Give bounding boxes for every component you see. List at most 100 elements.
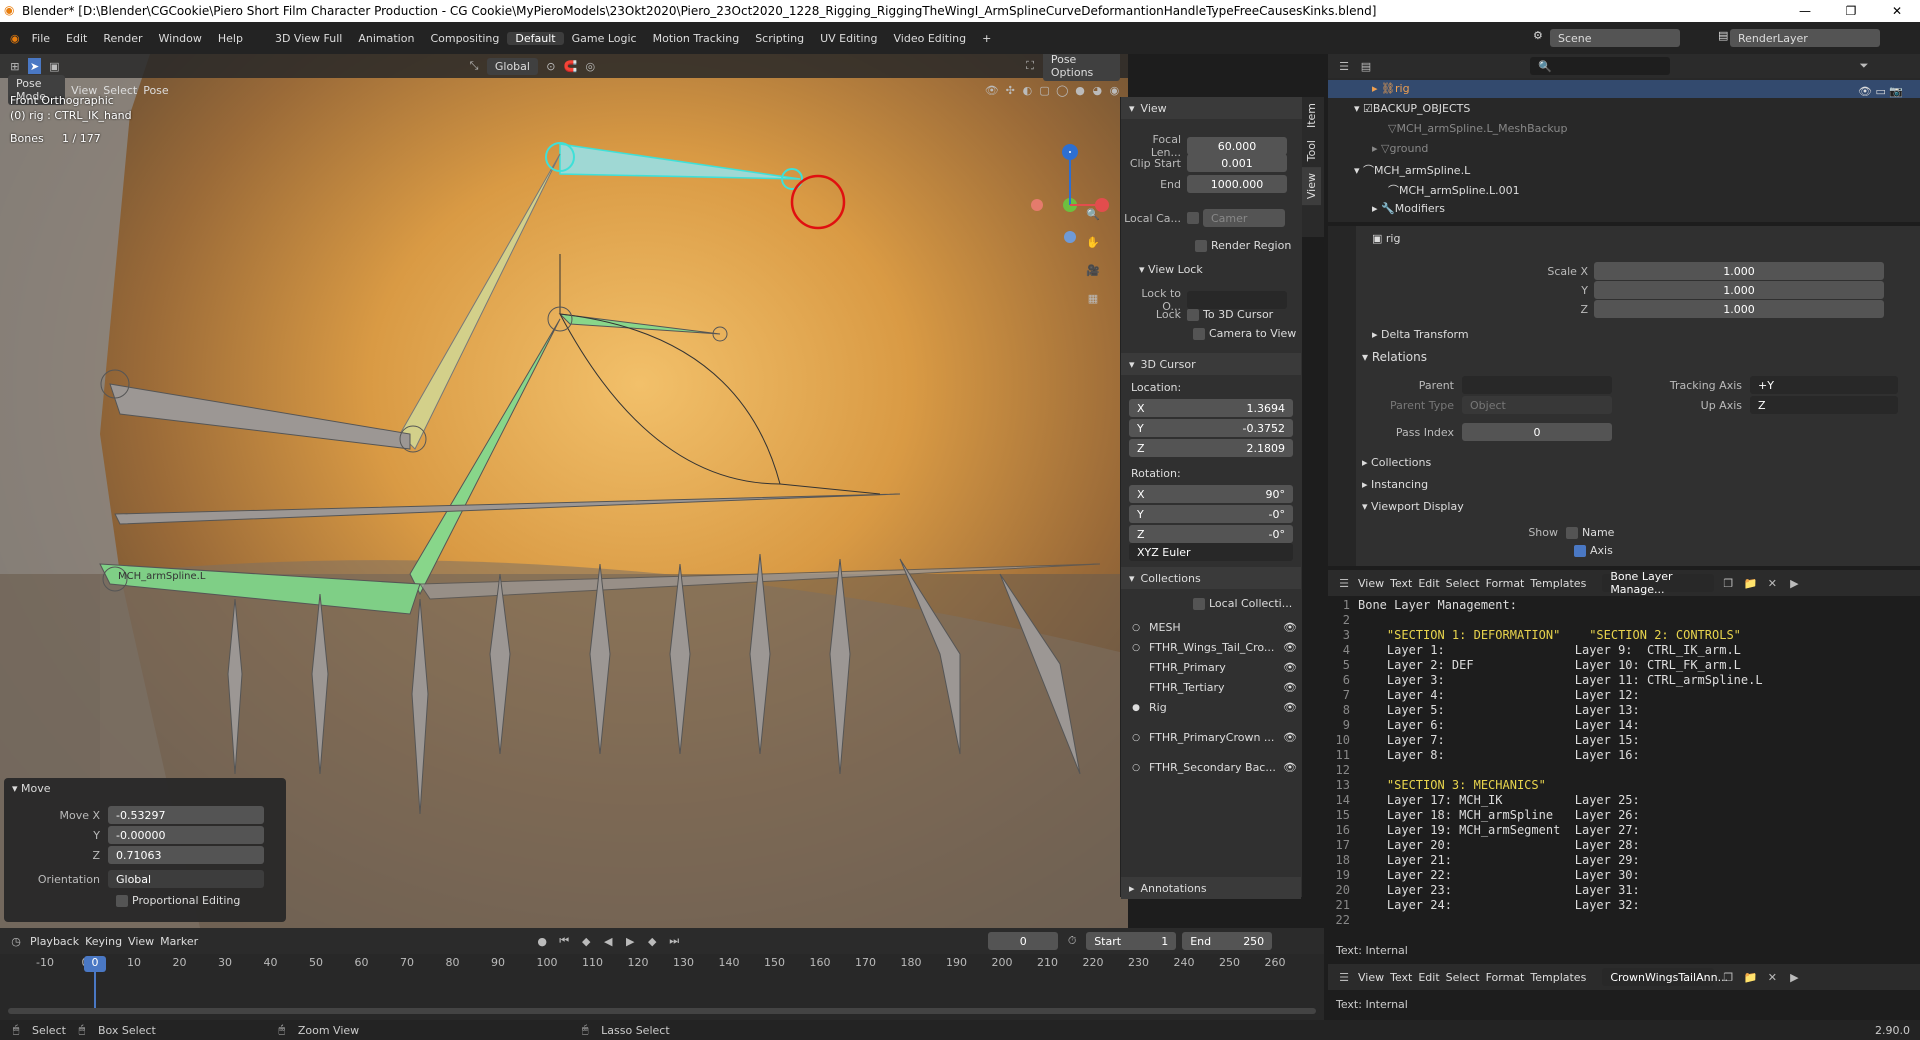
snap-icon[interactable]: 🧲	[564, 58, 578, 74]
timeline-menu-view[interactable]: View	[128, 935, 154, 948]
cursor-rotation-x-field[interactable]: X 90°	[1129, 485, 1293, 503]
start-frame-field[interactable]: 1	[1161, 935, 1168, 948]
outliner-item-modifiers[interactable]: ▸ 🔧 Modifiers	[1372, 202, 1445, 215]
show-axis-checkbox[interactable]	[1574, 544, 1586, 557]
minimize-icon[interactable]: —	[1782, 0, 1828, 22]
jump-end-icon[interactable]: ⏭	[666, 933, 682, 949]
workspace-tab-compositing[interactable]: Compositing	[422, 32, 507, 45]
text-editor-2-type-icon[interactable]: ☰	[1336, 969, 1352, 985]
timeline-menu-keying[interactable]: Keying	[85, 935, 122, 948]
scene-selector[interactable]: Scene	[1550, 29, 1680, 47]
material-shading-icon[interactable]: ◕	[1092, 82, 1103, 98]
tracking-axis-field[interactable]: +Y	[1750, 376, 1898, 394]
timeline-menu-playback[interactable]: Playback	[30, 935, 79, 948]
move-y-field[interactable]: -0.00000	[108, 826, 264, 844]
collection-active-icon[interactable]: ○	[1129, 763, 1143, 773]
eye-icon[interactable]: 👁	[1283, 621, 1297, 634]
play-reverse-icon[interactable]: ◀	[600, 933, 616, 949]
3d-viewport[interactable]: ⊞ ➤ ▣ ⤡ Global ⊙ 🧲 ◎ ⛶ Pose Options Pose…	[0, 54, 1128, 928]
view-section-header[interactable]: ▾ View	[1121, 97, 1302, 119]
eye-icon[interactable]: 👁	[1283, 681, 1297, 694]
move-panel-header[interactable]: ▾ Move	[12, 782, 51, 795]
collection-item[interactable]: FTHR_Tertiary 👁	[1121, 681, 1297, 694]
cursor-location-z-field[interactable]: Z 2.1809	[1129, 439, 1293, 457]
select-mode-icon[interactable]: ▣	[47, 58, 61, 74]
collection-item[interactable]: ○ FTHR_Wings_Tail_Cro... 👁	[1121, 641, 1297, 654]
text2-new-icon[interactable]: ❐	[1720, 969, 1736, 985]
instancing-header[interactable]: ▸ Instancing	[1362, 478, 1428, 491]
pivot-icon[interactable]: ⊙	[544, 58, 558, 74]
lock-to-object-field[interactable]	[1187, 291, 1287, 309]
workspace-tab-video-editing[interactable]: Video Editing	[886, 32, 975, 45]
jump-start-icon[interactable]: ⏮	[556, 933, 572, 949]
to-3d-cursor-checkbox[interactable]	[1187, 308, 1199, 321]
collection-item[interactable]: FTHR_Primary 👁	[1121, 661, 1297, 674]
timeline-ruler[interactable]: -10 0 10 20 30 40 50 60 70 80 90 100 110 120 130 140 150…	[0, 956, 1324, 974]
zoom-icon[interactable]: 🔍	[1085, 206, 1101, 222]
add-workspace-icon[interactable]: +	[974, 32, 999, 45]
outliner-item-ground[interactable]: ▸ ▽ ground	[1372, 142, 1428, 155]
wireframe-shading-icon[interactable]: ◯	[1056, 82, 1068, 98]
record-icon[interactable]: ●	[534, 933, 550, 949]
text2-menu-view[interactable]: View	[1358, 971, 1384, 984]
parent-field[interactable]	[1462, 376, 1612, 394]
workspace-tab-game-logic[interactable]: Game Logic	[564, 32, 645, 45]
tab-view[interactable]: View	[1302, 167, 1321, 206]
collection-active-icon[interactable]: ○	[1129, 733, 1143, 743]
outliner-search-input[interactable]: 🔍	[1530, 57, 1670, 75]
collection-item[interactable]: ● Rig 👁	[1121, 701, 1297, 714]
render-layer-selector[interactable]: RenderLayer	[1730, 29, 1880, 47]
current-frame-field[interactable]: 0	[988, 932, 1059, 950]
text-menu-text[interactable]: Text	[1390, 577, 1412, 590]
scale-x-field[interactable]: 1.000	[1594, 262, 1884, 280]
viewport-display-header[interactable]: ▾ Viewport Display	[1362, 500, 1464, 513]
text2-open-icon[interactable]: 📁	[1742, 969, 1758, 985]
pose-options-button[interactable]: Pose Options	[1042, 54, 1121, 81]
workspace-tab-uv-editing[interactable]: UV Editing	[812, 32, 885, 45]
collection-active-icon[interactable]: ○	[1129, 643, 1143, 653]
scale-z-field[interactable]: 1.000	[1594, 300, 1884, 318]
cursor-location-y-field[interactable]: Y -0.3752	[1129, 419, 1293, 437]
open-text-icon[interactable]: 📁	[1742, 575, 1758, 591]
viewport-menu-pose[interactable]: Pose	[143, 84, 168, 97]
clock-icon[interactable]: ⏱	[1064, 933, 1080, 949]
timeline-editor-icon[interactable]: ◷	[8, 933, 24, 949]
text-menu-view[interactable]: View	[1358, 577, 1384, 590]
text-editor-type-icon[interactable]: ☰	[1336, 575, 1352, 591]
pass-index-field[interactable]: 0	[1462, 423, 1612, 441]
relations-header[interactable]: ▾ Relations	[1362, 350, 1427, 364]
current-frame-marker[interactable]: 0	[84, 956, 106, 972]
outliner-visibility-icons[interactable]: 👁 ▭ 📷	[1858, 82, 1903, 102]
workspace-tab-scripting[interactable]: Scripting	[747, 32, 812, 45]
proportional-icon[interactable]: ◎	[583, 58, 597, 74]
text2-menu-select[interactable]: Select	[1446, 971, 1480, 984]
solid-shading-icon[interactable]: ●	[1074, 82, 1085, 98]
gizmo-icon[interactable]: ✣	[1005, 82, 1016, 98]
outliner-item-mesh-backup[interactable]: ▽ MCH_armSpline.L_MeshBackup	[1388, 122, 1567, 135]
menu-edit[interactable]: Edit	[58, 32, 95, 45]
editor-type-icon[interactable]: ⊞	[8, 58, 22, 74]
new-text-icon[interactable]: ❐	[1720, 575, 1736, 591]
local-camera-checkbox[interactable]	[1187, 212, 1199, 224]
text2-run-icon[interactable]: ▶	[1786, 969, 1802, 985]
rendered-shading-icon[interactable]: ◉	[1109, 82, 1120, 98]
ortho-grid-icon[interactable]: ▦	[1085, 290, 1101, 306]
outliner-editor-icon[interactable]: ☰	[1336, 58, 1352, 74]
show-name-checkbox[interactable]	[1566, 526, 1578, 539]
run-script-icon[interactable]: ▶	[1786, 575, 1802, 591]
workspace-tab-animation[interactable]: Animation	[350, 32, 422, 45]
delta-transform-header[interactable]: ▸ Delta Transform	[1372, 328, 1469, 341]
focal-length-field[interactable]: 60.000	[1187, 137, 1287, 155]
maximize-icon[interactable]: ❐	[1828, 0, 1874, 22]
collections-header[interactable]: ▾ Collections	[1121, 567, 1301, 589]
text-document-selector[interactable]: Bone Layer Manage...	[1602, 570, 1715, 596]
prev-keyframe-icon[interactable]: ◆	[578, 933, 594, 949]
display-mode-icon[interactable]: ▤	[1358, 58, 1374, 74]
annotations-header[interactable]: ▸ Annotations	[1121, 877, 1301, 899]
tab-item[interactable]: Item	[1302, 97, 1321, 134]
camera-to-view-checkbox[interactable]	[1193, 327, 1205, 340]
eye-icon[interactable]: 👁	[1283, 661, 1297, 674]
scale-y-field[interactable]: 1.000	[1594, 281, 1884, 299]
eye-icon[interactable]: 👁	[1283, 701, 1297, 714]
parent-type-field[interactable]: Object	[1462, 396, 1612, 414]
